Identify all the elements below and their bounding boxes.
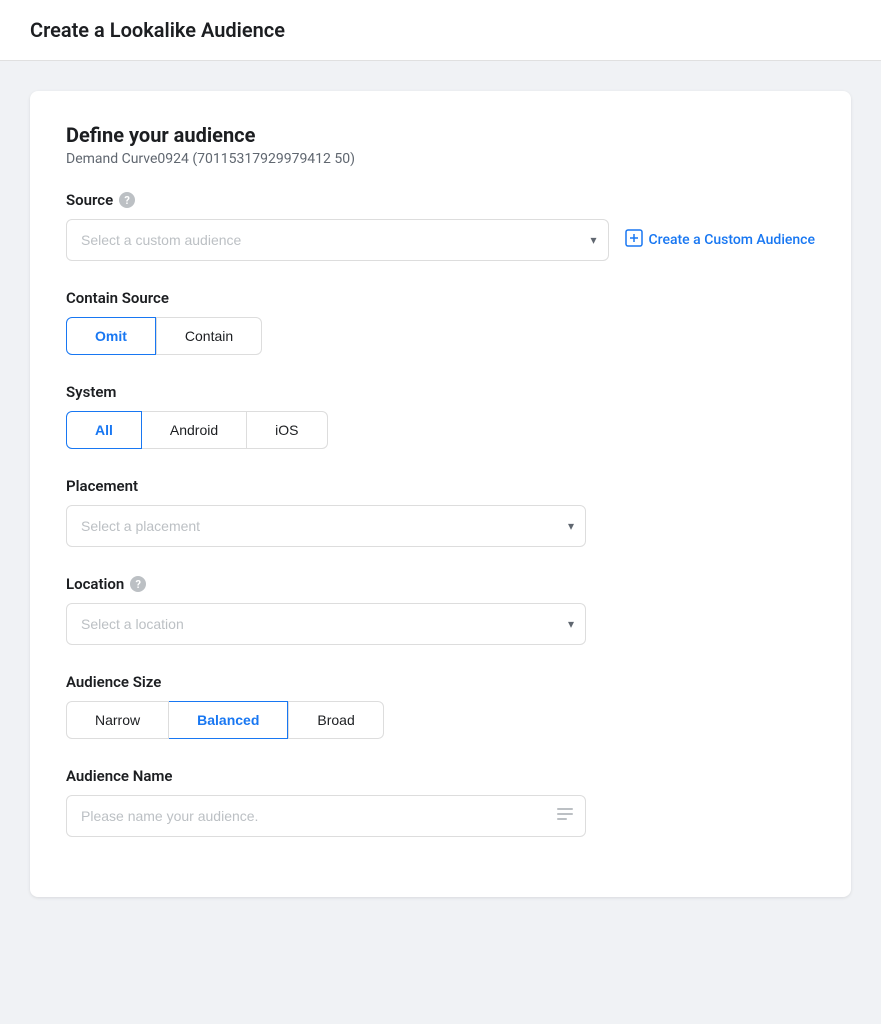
location-label: Location	[66, 575, 124, 593]
narrow-button[interactable]: Narrow	[66, 701, 169, 739]
main-content: Define your audience Demand Curve0924 (7…	[0, 61, 881, 927]
system-label: System	[66, 383, 116, 401]
contain-source-group: Contain Source Omit Contain	[66, 289, 815, 355]
source-field-group: Source ? Select a custom audience ▾	[66, 191, 815, 261]
source-select[interactable]: Select a custom audience	[66, 219, 609, 261]
audience-name-group: Audience Name	[66, 767, 815, 837]
system-buttons: All Android iOS	[66, 411, 815, 449]
page-title: Create a Lookalike Audience	[30, 18, 851, 42]
audience-size-group: Audience Size Narrow Balanced Broad	[66, 673, 815, 739]
audience-name-label: Audience Name	[66, 767, 173, 785]
source-label: Source	[66, 191, 113, 209]
placement-select-wrapper: Select a placement ▾	[66, 505, 586, 547]
name-input-icon	[556, 805, 574, 827]
location-group: Location ? Select a location ▾	[66, 575, 815, 645]
section-subtitle: Demand Curve0924 (70115317929979412 50)	[66, 151, 815, 167]
source-help-icon[interactable]: ?	[119, 192, 135, 208]
omit-button[interactable]: Omit	[66, 317, 156, 355]
location-select[interactable]: Select a location	[66, 603, 586, 645]
location-select-wrapper: Select a location ▾	[66, 603, 586, 645]
create-link-label: Create a Custom Audience	[649, 232, 815, 248]
audience-size-label: Audience Size	[66, 673, 161, 691]
section-title: Define your audience	[66, 123, 815, 147]
page-header: Create a Lookalike Audience	[0, 0, 881, 61]
all-button[interactable]: All	[66, 411, 142, 449]
card: Define your audience Demand Curve0924 (7…	[30, 91, 851, 897]
broad-button[interactable]: Broad	[288, 701, 383, 739]
create-custom-audience-link[interactable]: Create a Custom Audience	[625, 229, 815, 251]
name-input-wrapper	[66, 795, 586, 837]
contain-button[interactable]: Contain	[156, 317, 262, 355]
contain-source-buttons: Omit Contain	[66, 317, 815, 355]
create-link-icon	[625, 229, 643, 251]
placement-label: Placement	[66, 477, 138, 495]
placement-select[interactable]: Select a placement	[66, 505, 586, 547]
balanced-button[interactable]: Balanced	[169, 701, 288, 739]
ios-button[interactable]: iOS	[247, 411, 327, 449]
android-button[interactable]: Android	[142, 411, 247, 449]
source-select-wrapper: Select a custom audience ▾	[66, 219, 609, 261]
section-header: Define your audience Demand Curve0924 (7…	[66, 123, 815, 167]
contain-source-label: Contain Source	[66, 289, 169, 307]
placement-group: Placement Select a placement ▾	[66, 477, 815, 547]
location-help-icon[interactable]: ?	[130, 576, 146, 592]
system-group: System All Android iOS	[66, 383, 815, 449]
audience-size-buttons: Narrow Balanced Broad	[66, 701, 815, 739]
audience-name-input[interactable]	[66, 795, 586, 837]
